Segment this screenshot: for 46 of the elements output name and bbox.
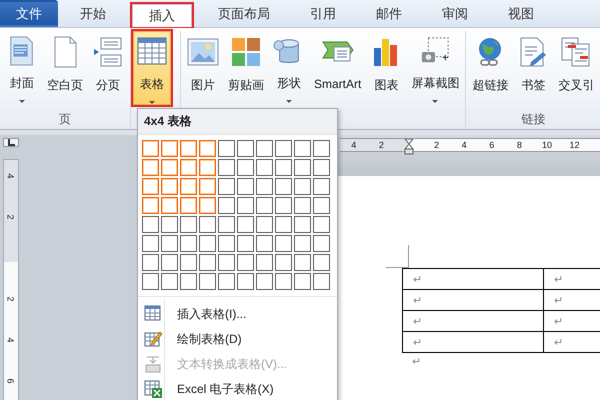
ribbon-tab[interactable]: 开始 [66, 0, 120, 27]
menu-title: 4x4 表格 [138, 109, 337, 135]
ribbon-button[interactable]: 分页 [88, 31, 128, 105]
ribbon-tab[interactable]: 邮件 [362, 0, 416, 27]
ribbon-button[interactable]: 形状 [269, 31, 309, 105]
ruler-number: 6 [488, 139, 496, 151]
ribbon-button[interactable]: SmartArt [310, 31, 366, 105]
file-tab[interactable]: 文件 [0, 0, 58, 27]
ruler-number: 4 [6, 174, 16, 178]
table-button[interactable]: 表格 [133, 31, 171, 105]
ruler-number: 2 [6, 214, 16, 220]
ribbon-button[interactable]: 超链接 [468, 31, 512, 105]
ribbon-button[interactable]: 图表 [366, 31, 406, 105]
ruler-number: 4 [350, 139, 358, 151]
table-cell: ↵ [402, 332, 544, 352]
table-cell: ↵ [402, 268, 544, 290]
ribbon-button[interactable]: 交叉引 [554, 31, 598, 105]
ribbon-button[interactable]: 书签 [513, 31, 554, 105]
ruler-number: 12 [568, 139, 581, 151]
ruler-number: 10 [540, 139, 553, 151]
menu-item[interactable]: Excel 电子表格(X) [138, 377, 337, 400]
ruler-number: 2 [433, 139, 440, 151]
table-cell: ↵ [402, 290, 544, 310]
group-label: 页 [59, 110, 71, 128]
ribbon-button[interactable]: 屏幕截图 [407, 31, 464, 105]
menu-item[interactable]: 绘制表格(D) [138, 327, 337, 352]
paragraph-mark: ↵ [412, 355, 422, 368]
table-cell: ↵ [402, 310, 544, 332]
ruler-number: 4 [460, 139, 468, 151]
ruler-number: 2 [6, 296, 16, 302]
ribbon-tab[interactable]: 视图 [494, 0, 548, 27]
ribbon-tab[interactable]: 引用 [296, 0, 350, 27]
ribbon-tab[interactable]: 页面布局 [204, 0, 284, 27]
ribbon-tab[interactable]: 插入 [132, 4, 192, 27]
ruler-number: 2 [378, 139, 385, 151]
ribbon-tab[interactable]: 审阅 [428, 0, 482, 27]
table-cell: ↵ [544, 268, 600, 290]
group-label: 链接 [521, 110, 546, 128]
ruler-number: 8 [516, 139, 523, 151]
ribbon-button[interactable]: 空白页 [43, 31, 87, 105]
ribbon-button[interactable]: 封面 [2, 31, 42, 105]
ribbon-button[interactable]: 剪贴画 [224, 31, 268, 105]
ruler-number: 4 [6, 338, 16, 342]
ribbon-button[interactable]: 图片 [183, 31, 223, 105]
menu-item[interactable]: 插入表格(I)... [138, 302, 337, 327]
ruler-number: 6 [6, 378, 16, 384]
